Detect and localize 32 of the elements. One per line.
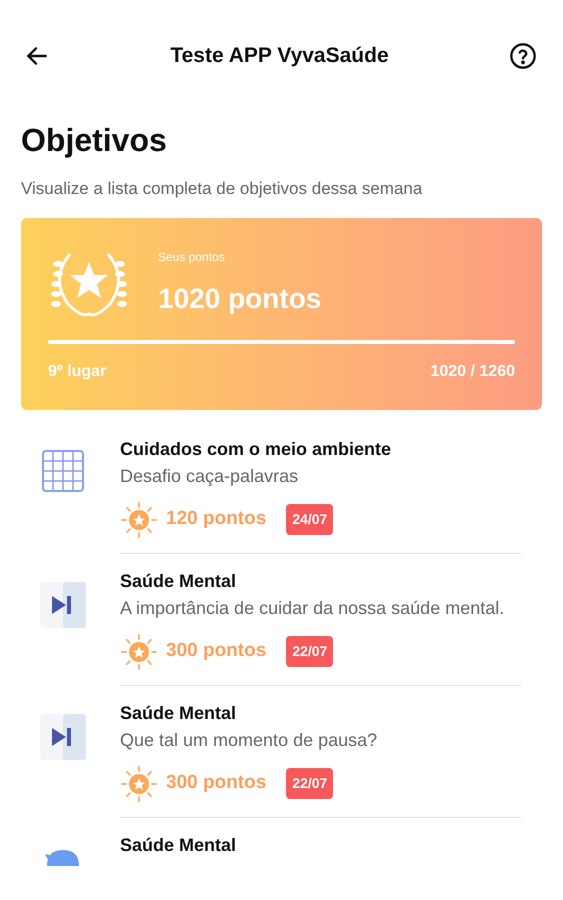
objective-item[interactable]: Cuidados com o meio ambiente Desafio caça-palavras 120 pontos 24/07 [21,422,542,554]
help-button[interactable] [507,40,539,72]
objective-title: Saúde Mental [120,702,238,724]
help-icon [509,42,537,70]
points-reward: 300 pontos [166,639,266,664]
objective-title: Cuidados com o meio ambiente [120,438,392,460]
date-badge: 24/07 [286,504,334,535]
objective-title: Saúde Mental [120,570,238,592]
header-title: Teste APP VyvaSaúde [170,43,389,70]
sun-star-icon [120,500,158,538]
points-reward: 120 pontos [166,507,266,532]
page-title: Objetivos [21,121,168,160]
date-badge: 22/07 [286,768,334,799]
points-reward: 300 pontos [166,771,266,796]
sun-star-icon [120,764,158,802]
objective-description: Que tal um momento de pausa? [120,728,378,752]
sun-star-icon [120,632,158,670]
points-value: 1020 pontos [158,282,322,316]
objective-item[interactable]: Saúde Mental [21,818,542,872]
objective-item[interactable]: Saúde Mental A importância de cuidar da nossa saúde mental. 300 pontos 22/07 [21,554,542,686]
grid-icon [42,450,84,492]
objective-item[interactable]: Saúde Mental Que tal um momento de pausa? 300 pontos 22/07 [21,686,542,818]
progress-text: 1020 / 1260 [430,362,515,382]
page-subtitle: Visualize a lista completa de objetivos dessa semana [21,178,424,200]
date-badge: 22/07 [286,636,334,667]
rank-text: 9º lugar [48,362,106,382]
objective-description: Desafio caça-palavras [120,464,300,488]
objective-title: Saúde Mental [120,834,238,856]
points-label: Seus pontos [158,248,226,266]
skip-forward-icon [40,714,86,760]
skip-forward-icon [40,582,86,628]
objective-description: A importância de cuidar da nossa saúde mental. [120,596,506,620]
